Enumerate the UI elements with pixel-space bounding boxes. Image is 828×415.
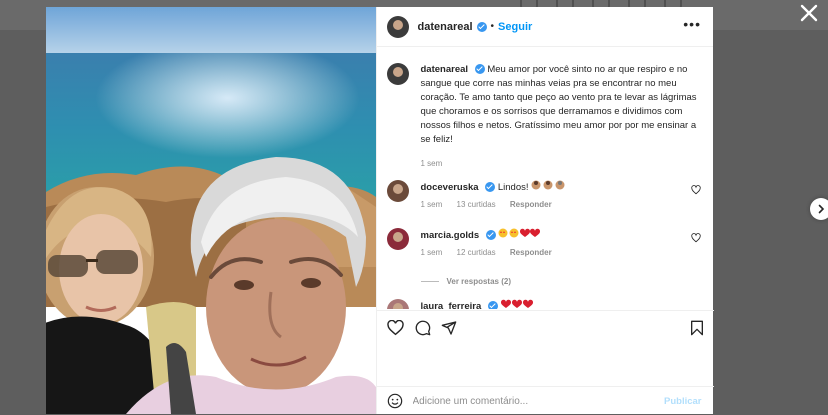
comment-time[interactable]: 1 sem	[421, 248, 443, 257]
comment-content: Lindos!	[497, 182, 529, 193]
comment-item: doceveruska Lindos! 1 sem 13 curtidas Re…	[386, 180, 705, 209]
caption-item: datenareal Meu amor por você sinto no ar…	[386, 63, 705, 168]
avatar[interactable]	[386, 228, 409, 250]
verified-badge-icon	[485, 182, 496, 193]
share-icon[interactable]	[441, 320, 457, 336]
add-comment-bar: Publicar	[376, 386, 714, 415]
comment-text: marcia.golds	[421, 228, 705, 243]
avatar[interactable]	[386, 63, 409, 85]
comment-username[interactable]: laura_ferreira	[421, 301, 482, 309]
heart-icon[interactable]	[386, 320, 404, 336]
avatar[interactable]	[386, 15, 409, 38]
comment-meta: 1 sem 12 curtidas Responder	[421, 248, 705, 257]
reply-button[interactable]: Responder	[510, 248, 552, 257]
emoji-hearts	[498, 228, 541, 241]
chevron-right-icon	[818, 204, 825, 214]
comment-likes[interactable]: 13 curtidas	[457, 200, 496, 209]
close-icon[interactable]	[796, 0, 822, 26]
comment-username[interactable]: doceveruska	[421, 182, 479, 193]
post-details-panel: datenareal • Seguir ••• datenareal Meu a…	[375, 7, 714, 415]
post-username[interactable]: datenareal	[418, 21, 473, 33]
caption-text: datenareal Meu amor por você sinto no ar…	[421, 63, 705, 147]
heart-icon[interactable]	[690, 185, 701, 195]
avatar[interactable]	[386, 299, 409, 309]
comment-item: marcia.golds 1 sem 12 curtidas Responder	[386, 228, 705, 257]
verified-badge-icon	[487, 301, 498, 309]
comment-input[interactable]	[410, 394, 645, 408]
post-actions-bar	[376, 310, 714, 351]
follow-button[interactable]: Seguir	[498, 21, 532, 33]
view-replies-button[interactable]: Ver respostas (2)	[421, 277, 511, 286]
comment-meta: 1 sem 13 curtidas Responder	[421, 200, 705, 209]
emoji-faces	[531, 180, 567, 193]
comments-list[interactable]: datenareal Meu amor por você sinto no ar…	[377, 47, 714, 309]
verified-badge-icon	[476, 21, 487, 32]
separator-dot: •	[490, 21, 495, 32]
caption-content: Meu amor por você sinto no ar que respir…	[420, 64, 697, 145]
comment-username[interactable]: marcia.golds	[421, 230, 480, 241]
comment-likes[interactable]: 12 curtidas	[457, 248, 496, 257]
caption-time[interactable]: 1 sem	[421, 159, 443, 168]
bookmark-icon[interactable]	[690, 320, 704, 336]
publish-button[interactable]: Publicar	[664, 396, 702, 407]
comment-item: laura_ferreira	[386, 299, 705, 309]
comment-text: laura_ferreira	[421, 299, 705, 309]
verified-badge-icon	[485, 230, 496, 241]
post-photo[interactable]	[46, 7, 376, 414]
avatar[interactable]	[386, 180, 409, 202]
caption-meta: 1 sem	[421, 159, 705, 168]
comment-icon[interactable]	[415, 320, 431, 336]
caption-username[interactable]: datenareal	[421, 64, 469, 75]
heart-icon[interactable]	[690, 233, 701, 243]
comment-time[interactable]: 1 sem	[421, 200, 443, 209]
verified-badge-icon	[474, 64, 485, 75]
post-header: datenareal • Seguir •••	[376, 7, 713, 47]
next-post-button[interactable]	[810, 198, 828, 220]
reply-button[interactable]: Responder	[510, 200, 552, 209]
comment-text: doceveruska Lindos!	[421, 180, 705, 195]
emoji-hearts	[500, 299, 533, 309]
emoji-icon[interactable]	[387, 393, 403, 409]
more-options-icon[interactable]: •••	[683, 17, 701, 31]
post-modal: datenareal • Seguir ••• datenareal Meu a…	[46, 7, 714, 415]
